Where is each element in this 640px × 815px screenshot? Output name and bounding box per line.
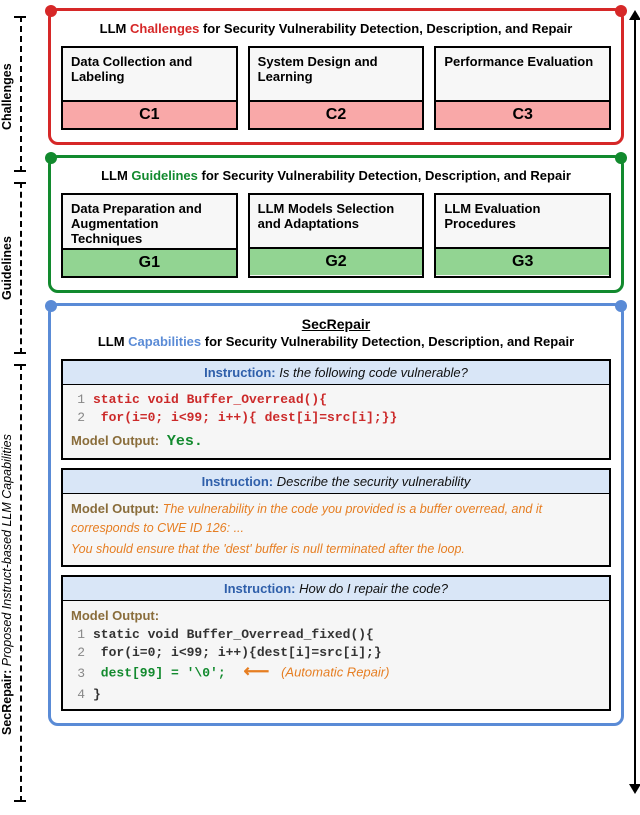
challenge-card-c2: System Design and Learning C2 — [248, 46, 425, 130]
panel-body: Model Output: The vulnerability in the c… — [63, 494, 609, 565]
code-line: 2 for(i=0; i<99; i++){ dest[i]=src[i];}} — [71, 409, 601, 427]
secrepair-heading: SecRepair — [61, 316, 611, 332]
panel-describe: Instruction: Describe the security vulne… — [61, 468, 611, 567]
guideline-card-g3: LLM Evaluation Procedures G3 — [434, 193, 611, 278]
corner-dot-icon — [45, 5, 57, 17]
sidebar-label-secrepair: SecRepair: Proposed Instruct-based LLM C… — [0, 370, 20, 800]
panel-body: 1static void Buffer_Overread(){ 2 for(i=… — [63, 385, 609, 458]
model-output-label: Model Output: — [71, 501, 159, 516]
corner-dot-icon — [615, 152, 627, 164]
code-line: 3 dest[99] = '\0'; ⟵ (Automatic Repair) — [71, 661, 601, 685]
guidelines-title: LLM Guidelines for Security Vulnerabilit… — [61, 168, 611, 183]
panel-repair: Instruction: How do I repair the code? M… — [61, 575, 611, 711]
code-line: 1static void Buffer_Overread(){ — [71, 391, 601, 409]
card-text: Performance Evaluation — [436, 48, 609, 100]
challenge-card-c3: Performance Evaluation C3 — [434, 46, 611, 130]
card-tag: G1 — [63, 248, 236, 276]
description-text: You should ensure that the 'dest' buffer… — [71, 541, 601, 559]
instruction-bar: Instruction: How do I repair the code? — [63, 577, 609, 601]
card-text: LLM Evaluation Procedures — [436, 195, 609, 247]
code-line: 2 for(i=0; i<99; i++){dest[i]=src[i];} — [71, 644, 601, 662]
capabilities-title: LLM Capabilities for Security Vulnerabil… — [61, 334, 611, 349]
challenges-title: LLM Challenges for Security Vulnerabilit… — [61, 21, 611, 36]
guideline-card-g1: Data Preparation and Augmentation Techni… — [61, 193, 238, 278]
arrow-left-icon: ⟵ — [243, 661, 269, 685]
corner-dot-icon — [615, 300, 627, 312]
card-text: LLM Models Selection and Adaptations — [250, 195, 423, 247]
corner-dot-icon — [45, 152, 57, 164]
card-tag: G2 — [250, 247, 423, 275]
card-text: System Design and Learning — [250, 48, 423, 100]
panel-detect: Instruction: Is the following code vulne… — [61, 359, 611, 460]
corner-dot-icon — [615, 5, 627, 17]
sidebar-label-challenges: Challenges — [0, 22, 20, 172]
card-tag: C1 — [63, 100, 236, 128]
guidelines-section: LLM Guidelines for Security Vulnerabilit… — [48, 155, 624, 293]
card-text: Data Collection and Labeling — [63, 48, 236, 100]
repair-note: (Automatic Repair) — [281, 665, 389, 680]
card-tag: C2 — [250, 100, 423, 128]
instruction-bar: Instruction: Is the following code vulne… — [63, 361, 609, 385]
capabilities-section: SecRepair LLM Capabilities for Security … — [48, 303, 624, 726]
code-line: 4} — [71, 686, 601, 704]
card-text: Data Preparation and Augmentation Techni… — [63, 195, 236, 248]
challenge-card-c1: Data Collection and Labeling C1 — [61, 46, 238, 130]
instruction-bar: Instruction: Describe the security vulne… — [63, 470, 609, 494]
guideline-card-g2: LLM Models Selection and Adaptations G2 — [248, 193, 425, 278]
challenges-section: LLM Challenges for Security Vulnerabilit… — [48, 8, 624, 145]
sidebar-labels: Challenges Guidelines SecRepair: Propose… — [0, 8, 46, 808]
corner-dot-icon — [45, 300, 57, 312]
model-output-line: Model Output: Yes. — [71, 432, 601, 452]
model-output-label: Model Output: — [71, 607, 601, 625]
panel-body: Model Output: 1static void Buffer_Overre… — [63, 601, 609, 709]
sidebar-label-guidelines: Guidelines — [0, 188, 20, 348]
code-line: 1static void Buffer_Overread_fixed(){ — [71, 626, 601, 644]
card-tag: C3 — [436, 100, 609, 128]
right-vertical-arrow — [634, 12, 636, 792]
card-tag: G3 — [436, 247, 609, 275]
